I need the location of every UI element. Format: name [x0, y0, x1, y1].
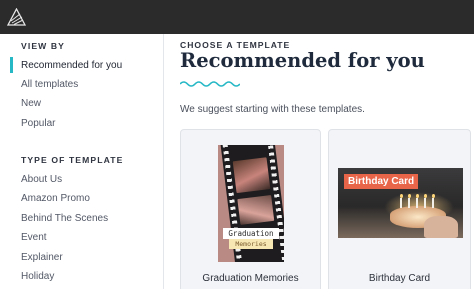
sidebar-item-event[interactable]: Event: [21, 232, 47, 243]
top-bar: [0, 0, 474, 34]
template-card-label: Birthday Card: [368, 273, 431, 284]
thumbnail-title: Graduation: [223, 228, 279, 239]
decorative-squiggle: [180, 81, 240, 87]
sidebar-item-recommended[interactable]: Recommended for you: [21, 60, 122, 71]
sidebar-item-behind-the-scenes[interactable]: Behind The Scenes: [21, 213, 108, 224]
thumbnail-subtitle: Memories: [229, 239, 273, 249]
page-subtitle: We suggest starting with these templates…: [180, 104, 365, 115]
sidebar-item-all-templates[interactable]: All templates: [21, 79, 78, 90]
sidebar: VIEW BY Recommended for you All template…: [0, 34, 164, 289]
template-thumbnail: Graduation Memories: [218, 145, 284, 262]
type-of-template-heading: TYPE OF TEMPLATE: [21, 155, 124, 165]
sidebar-item-explainer[interactable]: Explainer: [21, 252, 63, 263]
sidebar-item-popular[interactable]: Popular: [21, 118, 55, 129]
sidebar-item-holiday[interactable]: Holiday: [21, 271, 54, 282]
sidebar-item-amazon-promo[interactable]: Amazon Promo: [21, 193, 90, 204]
template-card-birthday[interactable]: Birthday Card Birthday Card: [328, 129, 471, 289]
main-content: CHOOSE A TEMPLATE Recommended for you We…: [165, 34, 474, 289]
app-logo-icon[interactable]: [7, 8, 26, 26]
active-indicator: [10, 57, 13, 73]
template-card-graduation[interactable]: Graduation Memories Graduation Memories: [180, 129, 321, 289]
photo-frame: [237, 194, 275, 225]
photo-frame: [232, 157, 271, 194]
thumbnail-title: Birthday Card: [344, 174, 419, 189]
sidebar-item-about-us[interactable]: About Us: [21, 174, 62, 185]
template-card-label: Graduation Memories: [202, 273, 299, 284]
template-thumbnail: Birthday Card: [338, 168, 463, 238]
page-title: Recommended for you: [180, 49, 425, 72]
sidebar-item-new[interactable]: New: [21, 98, 41, 109]
view-by-heading: VIEW BY: [21, 41, 65, 51]
hand-image: [424, 216, 458, 238]
